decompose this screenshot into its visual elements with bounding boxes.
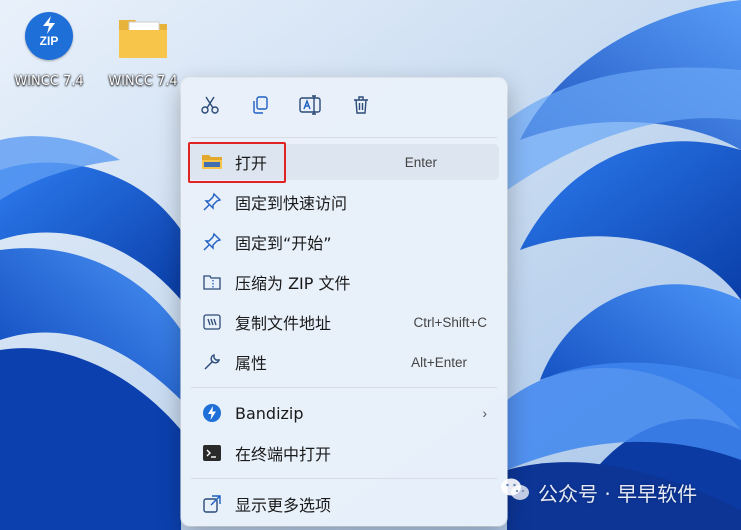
delete-button[interactable] [346,92,376,122]
terminal-icon [199,441,225,465]
menu-item-properties[interactable]: 属性 Alt+Enter [189,344,499,380]
menu-separator [191,478,497,479]
desktop-icon-folder[interactable]: WINCC 7.4 [100,10,186,89]
cut-icon [200,95,220,119]
copy-icon [250,95,270,119]
menu-item-label: 复制文件地址 [235,314,332,333]
rename-button[interactable] [295,92,325,122]
more-options-icon [199,492,225,516]
menu-separator [191,137,497,138]
pin-icon [199,230,225,254]
menu-separator [191,387,497,388]
wrench-icon [199,350,225,374]
watermark: 公众号 · 早早软件 [500,478,730,506]
menu-item-pin-quick-access[interactable]: 固定到快速访问 [189,184,499,220]
highlight-box [188,142,286,183]
desktop-icon-label: WINCC 7.4 [14,74,84,89]
chevron-right-icon: › [482,405,487,421]
menu-item-copy-path[interactable]: 复制文件地址 Ctrl+Shift+C [189,304,499,340]
menu-item-compress-zip[interactable]: 压缩为 ZIP 文件 [189,264,499,300]
context-menu-toolbar [181,78,507,136]
menu-item-label: 压缩为 ZIP 文件 [235,274,351,293]
copy-button[interactable] [245,92,275,122]
menu-item-label: 显示更多选项 [235,496,332,515]
copy-path-icon [199,310,225,334]
menu-item-label: Bandizip [235,403,304,423]
desktop-icon-zip[interactable]: ZIP WINCC 7.4 [6,10,92,89]
cut-button[interactable] [195,92,225,122]
desktop-icon-label: WINCC 7.4 [108,74,178,89]
menu-item-label: 属性 [235,354,268,373]
zip-archive-icon: ZIP [21,10,77,66]
watermark-text: 公众号 · 早早软件 [538,481,698,506]
rename-icon [299,95,321,119]
shortcut-label: Ctrl+Shift+C [413,314,487,330]
menu-item-open-terminal[interactable]: 在终端中打开 [189,435,499,471]
zip-badge: ZIP [39,34,59,48]
menu-item-pin-start[interactable]: 固定到“开始” [189,224,499,260]
pin-icon [199,190,225,214]
delete-icon [351,95,371,119]
bandizip-icon [199,401,225,425]
menu-item-label: 固定到快速访问 [235,194,348,213]
menu-item-show-more-options[interactable]: 显示更多选项 [189,486,499,522]
shortcut-label: Enter [404,154,437,170]
zip-folder-icon [199,270,225,294]
wechat-icon [500,477,530,508]
menu-item-bandizip[interactable]: Bandizip › [189,395,499,431]
shortcut-label: Alt+Enter [411,354,467,370]
menu-item-label: 固定到“开始” [235,234,332,253]
folder-icon [115,10,171,66]
menu-item-label: 在终端中打开 [235,445,332,464]
